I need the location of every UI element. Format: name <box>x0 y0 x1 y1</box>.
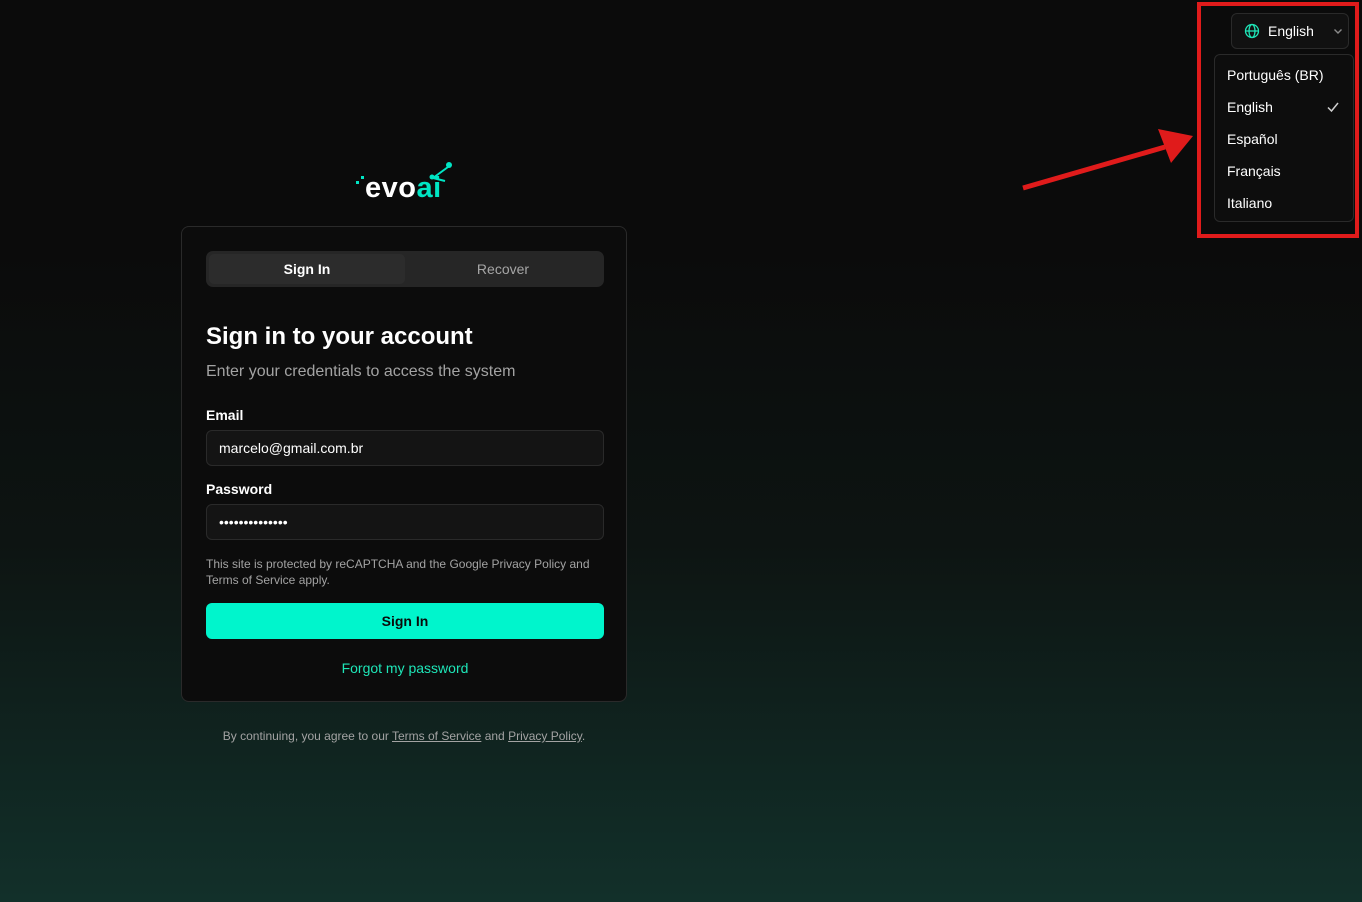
password-field[interactable] <box>206 504 604 540</box>
sign-in-card: Sign In Recover Sign in to your account … <box>181 226 627 702</box>
evoai-logo: evoai <box>355 160 455 206</box>
annotation-arrow-icon <box>1022 129 1193 191</box>
recaptcha-notice: This site is protected by reCAPTCHA and … <box>206 557 590 587</box>
logo-ai: ai <box>416 172 442 204</box>
forgot-password-link[interactable]: Forgot my password <box>182 660 628 676</box>
email-label: Email <box>206 407 244 423</box>
terms-of-service-link[interactable]: Terms of Service <box>392 729 481 743</box>
password-label: Password <box>206 481 273 497</box>
legal-suffix: . <box>581 729 586 743</box>
page-title: Sign in to your account <box>206 323 473 350</box>
tab-recover[interactable]: Recover <box>405 254 601 284</box>
privacy-policy-link[interactable]: Privacy Policy <box>508 729 582 743</box>
annotation-highlight-box <box>1197 2 1359 238</box>
logo-wordmark: evoai <box>365 174 442 203</box>
legal-and: and <box>484 729 505 743</box>
logo-evo: evo <box>365 172 417 204</box>
sign-in-button[interactable]: Sign In <box>206 603 604 639</box>
tab-sign-in[interactable]: Sign In <box>209 254 405 284</box>
auth-tabs: Sign In Recover <box>206 251 604 287</box>
legal-footer: By continuing, you agree to our Terms of… <box>181 729 627 743</box>
page-subtitle: Enter your credentials to access the sys… <box>206 363 516 380</box>
legal-prefix: By continuing, you agree to our <box>222 729 389 743</box>
email-field[interactable] <box>206 430 604 466</box>
